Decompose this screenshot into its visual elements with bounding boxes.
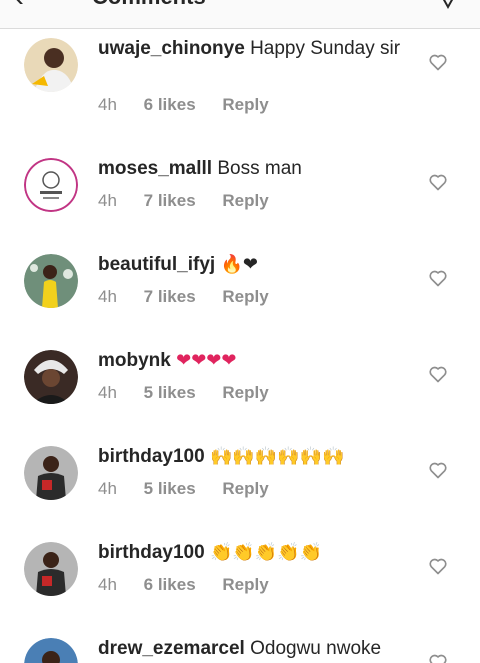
comment-item: moses_malll Boss man 4h 7 likes Reply [0,154,480,250]
likes-count[interactable]: 7 likes [144,191,196,210]
avatar[interactable] [24,38,78,92]
heart-icon[interactable] [428,556,448,576]
reply-button[interactable]: Reply [222,95,268,114]
comment-text: birthday100 👏👏👏👏👏 [98,540,408,565]
comment-username[interactable]: uwaje_chinonye [98,38,245,59]
comment-item: drew_ezemarcel Odogwu nwoke [0,634,480,663]
comment-time: 4h [98,287,117,306]
comment-username[interactable]: birthday100 [98,542,205,563]
heart-icon[interactable] [428,460,448,480]
page-title: Comments [92,0,206,10]
heart-icon[interactable] [428,364,448,384]
comment-body: Boss man [217,158,302,179]
likes-count[interactable]: 6 likes [144,575,196,594]
reply-button[interactable]: Reply [222,287,268,306]
comment-item: birthday100 👏👏👏👏👏 4h 6 likes Reply [0,538,480,634]
heart-icon[interactable] [428,652,448,663]
avatar[interactable] [24,350,78,404]
comment-item: uwaje_chinonye Happy Sunday sir 4h 6 lik… [0,34,480,130]
reply-button[interactable]: Reply [222,191,268,210]
comment-item: beautiful_ifyj 🔥❤ 4h 7 likes Reply [0,250,480,346]
comment-item: mobynk ❤❤❤❤ 4h 5 likes Reply [0,346,480,442]
comment-text: drew_ezemarcel Odogwu nwoke [98,636,408,661]
comment-time: 4h [98,479,117,498]
comment-username[interactable]: drew_ezemarcel [98,638,245,659]
send-icon[interactable] [436,0,460,15]
avatar[interactable] [24,158,78,212]
comment-meta: 4h 6 likes Reply [98,95,291,115]
comment-username[interactable]: beautiful_ifyj [98,254,215,275]
avatar[interactable] [24,542,78,596]
comment-text: moses_malll Boss man [98,156,408,181]
comments-header: ‹ Comments [0,0,480,29]
avatar[interactable] [24,638,78,663]
comment-text: uwaje_chinonye Happy Sunday sir [98,36,408,61]
comment-emoji: ❤❤❤❤ [176,350,237,371]
avatar[interactable] [24,446,78,500]
comment-username[interactable]: mobynk [98,350,171,371]
heart-icon[interactable] [428,268,448,288]
likes-count[interactable]: 6 likes [144,95,196,114]
reply-button[interactable]: Reply [222,383,268,402]
comment-meta: 4h 7 likes Reply [98,191,291,211]
comment-time: 4h [98,95,117,114]
comment-emoji: 👏👏👏👏👏 [209,542,322,563]
comment-username[interactable]: moses_malll [98,158,212,179]
comment-time: 4h [98,383,117,402]
likes-count[interactable]: 5 likes [144,383,196,402]
comment-time: 4h [98,575,117,594]
comment-username[interactable]: birthday100 [98,446,205,467]
avatar[interactable] [24,254,78,308]
comment-meta: 4h 5 likes Reply [98,383,291,403]
reply-button[interactable]: Reply [222,479,268,498]
likes-count[interactable]: 7 likes [144,287,196,306]
reply-button[interactable]: Reply [222,575,268,594]
comment-time: 4h [98,191,117,210]
comment-item: birthday100 🙌🙌🙌🙌🙌🙌 4h 5 likes Reply [0,442,480,538]
likes-count[interactable]: 5 likes [144,479,196,498]
comment-meta: 4h 5 likes Reply [98,479,291,499]
back-arrow-icon[interactable]: ‹ [14,0,24,14]
comment-text: birthday100 🙌🙌🙌🙌🙌🙌 [98,444,408,469]
heart-icon[interactable] [428,52,448,72]
comment-body: Happy Sunday sir [250,38,401,59]
comment-body: Odogwu nwoke [250,638,382,659]
comment-text: mobynk ❤❤❤❤ [98,348,408,373]
comment-meta: 4h 7 likes Reply [98,287,291,307]
comment-text: beautiful_ifyj 🔥❤ [98,252,408,277]
comment-emoji: 🔥❤ [220,254,258,275]
heart-icon[interactable] [428,172,448,192]
comment-emoji: 🙌🙌🙌🙌🙌🙌 [209,446,345,467]
comment-meta: 4h 6 likes Reply [98,575,291,595]
